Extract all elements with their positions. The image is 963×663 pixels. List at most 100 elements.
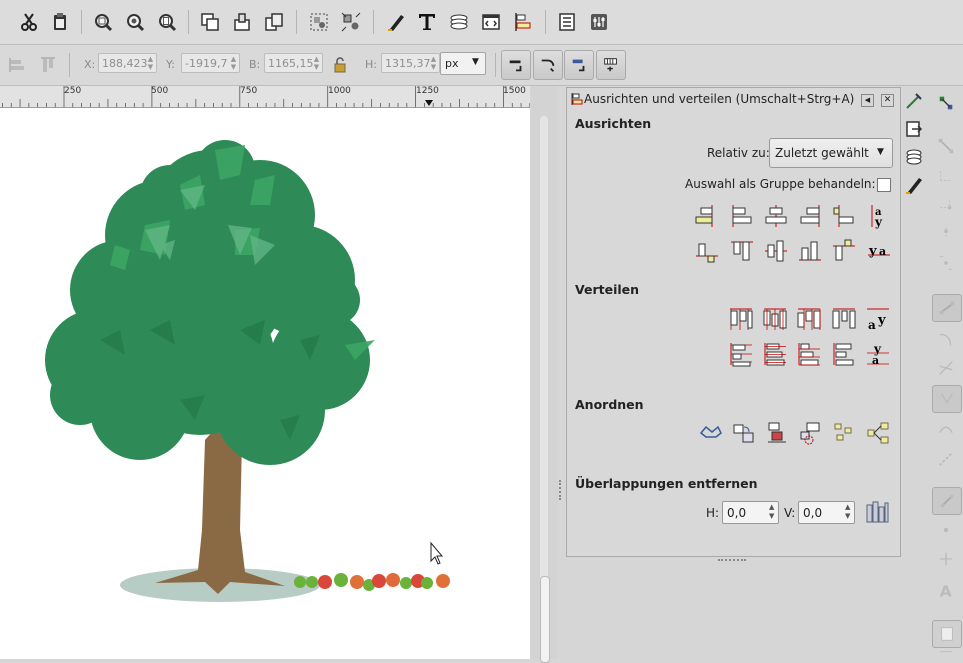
unclump-objects-button[interactable] <box>864 419 892 447</box>
distribute-baselines-horizontal-button[interactable]: ay <box>864 305 892 333</box>
zoom-drawing-icon[interactable] <box>124 11 146 33</box>
align-right-to-left-edge-button[interactable] <box>693 202 721 230</box>
align-baseline-anchors-button[interactable]: ay <box>865 202 893 230</box>
distribute-gaps-horizontal-button[interactable] <box>830 305 858 333</box>
overlap-v-field[interactable]: 0,0 ▲ ▼ <box>798 501 855 524</box>
distribute-gaps-vertical-button[interactable] <box>830 340 858 368</box>
align-bottom-edges-button[interactable] <box>796 237 824 265</box>
snap-intersections-icon[interactable] <box>932 355 960 381</box>
snap-smooth-nodes-icon[interactable] <box>932 416 960 442</box>
treat-as-group-checkbox[interactable] <box>877 178 891 192</box>
distribute-right-edges-button[interactable] <box>795 305 823 333</box>
align-dialog-tab-icon[interactable] <box>903 90 925 112</box>
snap-object-centers-icon[interactable] <box>932 517 960 543</box>
tree-drawing[interactable] <box>0 108 530 659</box>
transform-gradients-toggle[interactable] <box>564 50 594 80</box>
snap-page-border-icon[interactable] <box>932 620 962 648</box>
align-top-to-bottom-edge-button[interactable] <box>693 237 721 265</box>
distribute-bottom-edges-button[interactable] <box>795 340 823 368</box>
snap-cusp-nodes-icon[interactable] <box>932 385 962 413</box>
x-field[interactable]: 188,423 ▲ ▼ <box>98 53 157 73</box>
align-distribute-icon[interactable] <box>512 11 534 33</box>
width-field[interactable]: 1165,15 ▲ ▼ <box>264 53 323 73</box>
align-right-edges-button[interactable] <box>796 202 824 230</box>
ruler-label-250: 250 <box>64 86 82 96</box>
export-icon[interactable] <box>903 118 925 140</box>
unlink-clone-icon[interactable] <box>263 11 285 33</box>
zoom-selection-icon[interactable] <box>92 11 114 33</box>
snap-bbox-midpoints-icon[interactable] <box>932 220 960 246</box>
spin-arrows-icon[interactable]: ▲ ▼ <box>146 55 155 71</box>
snap-bbox-centers-icon[interactable] <box>932 250 960 276</box>
distribute-centers-vertical-button[interactable] <box>761 340 789 368</box>
align-left-icon[interactable] <box>6 54 28 76</box>
xml-editor-icon[interactable] <box>480 11 502 33</box>
snap-bbox-icon[interactable] <box>932 133 960 159</box>
graph-layout-button[interactable] <box>697 419 725 447</box>
spin-arrows-icon[interactable]: ▲ ▼ <box>229 55 238 71</box>
y-field[interactable]: -1919,7 ▲ ▼ <box>181 53 240 73</box>
fill-stroke-tab-icon[interactable] <box>903 174 925 196</box>
snap-nodes-icon[interactable] <box>932 294 962 322</box>
snap-paths-icon[interactable] <box>932 326 960 352</box>
fill-stroke-icon[interactable] <box>385 11 407 33</box>
unit-select[interactable]: px ▼ <box>440 52 486 75</box>
center-vertical-axis-button[interactable] <box>762 202 790 230</box>
clone-icon[interactable] <box>231 11 253 33</box>
relative-to-select[interactable]: Zuletzt gewählt ▼ <box>769 138 893 168</box>
align-left-to-right-edge-button[interactable] <box>830 202 858 230</box>
transform-patterns-toggle[interactable] <box>596 50 626 80</box>
align-top-edges-button[interactable] <box>728 237 756 265</box>
text-tool-icon[interactable] <box>416 11 438 33</box>
align-top-icon[interactable] <box>37 54 59 76</box>
lock-icon[interactable] <box>329 54 351 76</box>
document-properties-icon[interactable] <box>588 11 610 33</box>
snap-bbox-corners-icon[interactable] <box>932 191 960 217</box>
cut-icon[interactable] <box>18 11 40 33</box>
snap-others-icon[interactable] <box>932 487 962 515</box>
dialog-close-icon[interactable]: ✕ <box>881 94 894 107</box>
snap-bbox-edges-icon[interactable] <box>932 162 960 188</box>
distribute-left-edges-button[interactable] <box>727 305 755 333</box>
snap-enable-icon[interactable] <box>932 90 960 116</box>
dialog-iconify-icon[interactable]: ◀ <box>861 94 874 107</box>
align-bottom-to-top-edge-button[interactable] <box>830 237 858 265</box>
scrollbar-thumb[interactable] <box>540 576 550 663</box>
snap-text-baseline-icon[interactable]: A <box>932 577 960 603</box>
height-field[interactable]: 1315,37 ▲ ▼ <box>381 53 440 73</box>
partial-toolbar-icon[interactable] <box>0 11 14 33</box>
snap-grid-icon[interactable] <box>932 648 960 659</box>
overlap-h-field[interactable]: 0,0 ▲ ▼ <box>722 501 779 524</box>
snap-midpoints-icon[interactable] <box>932 446 960 472</box>
layers-icon[interactable] <box>448 11 470 33</box>
distribute-baselines-vertical-button[interactable]: ya <box>864 340 892 368</box>
canvas-vertical-scrollbar[interactable] <box>531 86 558 663</box>
scale-stroke-toggle[interactable] <box>501 50 531 80</box>
align-baseline-horizontal-button[interactable]: ya <box>865 237 893 265</box>
distribute-top-edges-button[interactable] <box>727 340 755 368</box>
panel-resize-handle[interactable] <box>559 480 565 500</box>
drawing-canvas[interactable] <box>0 108 530 659</box>
exchange-positions-stacking-order-button[interactable] <box>763 419 791 447</box>
remove-overlaps-button[interactable] <box>863 498 891 526</box>
distribute-centers-horizontal-button[interactable] <box>761 305 789 333</box>
dock-resize-handle[interactable] <box>718 559 746 563</box>
scale-corners-toggle[interactable] <box>533 50 563 80</box>
exchange-positions-selection-order-button[interactable] <box>730 419 758 447</box>
spin-arrows-icon[interactable]: ▲ ▼ <box>429 55 438 71</box>
spin-arrows-icon[interactable]: ▲ ▼ <box>845 503 850 521</box>
spin-arrows-icon[interactable]: ▲ ▼ <box>769 503 774 521</box>
center-horizontal-axis-button[interactable] <box>762 237 790 265</box>
spin-arrows-icon[interactable]: ▲ ▼ <box>312 55 321 71</box>
zoom-page-icon[interactable] <box>156 11 178 33</box>
paste-icon[interactable] <box>49 11 71 33</box>
randomize-positions-button[interactable] <box>830 419 858 447</box>
group-icon[interactable] <box>308 11 330 33</box>
exchange-positions-clockwise-button[interactable] <box>796 419 824 447</box>
duplicate-icon[interactable] <box>199 11 221 33</box>
preferences-icon[interactable] <box>556 11 578 33</box>
ungroup-icon[interactable] <box>340 11 362 33</box>
align-left-edges-button[interactable] <box>728 202 756 230</box>
snap-rotation-centers-icon[interactable] <box>932 546 960 572</box>
layers-tab-icon[interactable] <box>903 146 925 168</box>
